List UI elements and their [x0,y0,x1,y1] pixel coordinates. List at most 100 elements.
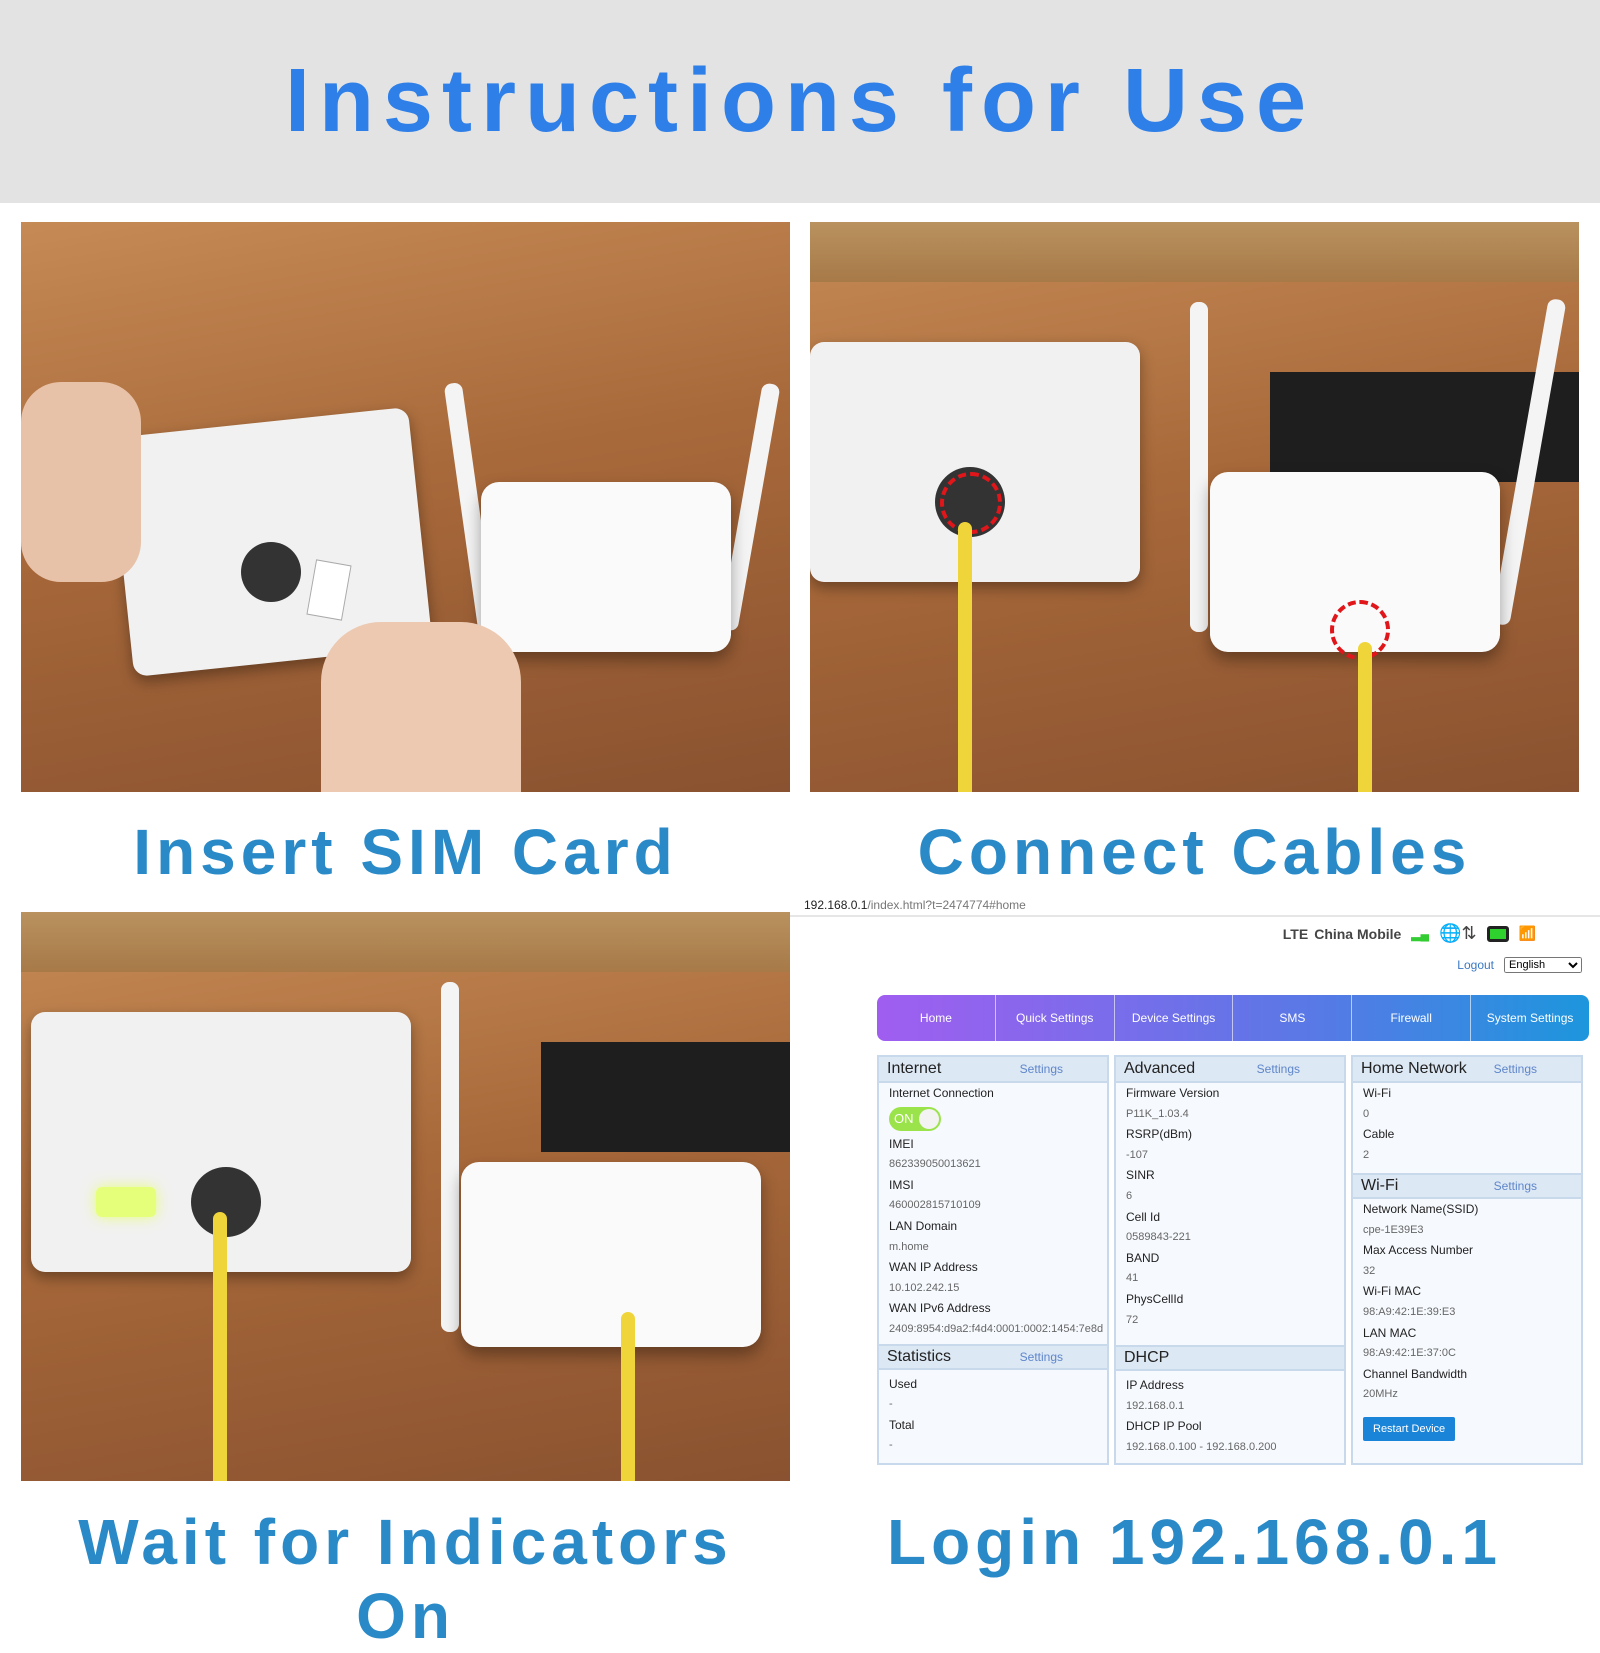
field-label: Max Access Number [1363,1243,1474,1258]
photo-connect-cables [810,222,1579,792]
field-label: IMSI [889,1177,914,1192]
field-label: BAND [1126,1250,1160,1265]
field-value: -107 [1126,1148,1149,1161]
column-advanced: Advanced Settings Firmware Version P11K_1.… [1114,1055,1346,1465]
internet-header: Internet Settings [879,1057,1107,1083]
toggle-label: ON [894,1110,914,1126]
nav-system-settings[interactable]: System Settings [1471,995,1589,1041]
field-value: 0 [1363,1107,1370,1120]
field-label: Wi-Fi MAC [1363,1284,1421,1299]
field-label: IMEI [889,1136,914,1151]
field-label: Cell Id [1126,1209,1161,1224]
toggle-knob [919,1108,939,1129]
url-path: /index.html?t=2474774#home [867,898,1026,912]
photo-indicators [21,912,790,1481]
field-value: 32 [1363,1264,1376,1277]
router [481,482,731,652]
field-label: SINR [1126,1168,1155,1183]
language-select[interactable]: English [1504,957,1582,973]
router-web-ui: 192.168.0.1/index.html?t=2474774#home LT… [790,895,1600,1475]
field-value: cpe-1E39E3 [1363,1223,1424,1236]
field-label: LAN MAC [1363,1325,1417,1340]
field-value: 192.168.0.100 - 192.168.0.200 [1126,1440,1277,1453]
field-label: RSRP(dBm) [1126,1127,1193,1142]
field-label: WAN IP Address [889,1260,978,1275]
nav-sms[interactable]: SMS [1233,995,1353,1041]
field-label: IP Address [1126,1378,1184,1392]
signal-icon: ▂▄ [1411,926,1430,941]
address-bar[interactable]: 192.168.0.1/index.html?t=2474774#home [790,895,1600,917]
field-value: 192.168.0.1 [1126,1399,1185,1412]
section-title: Statistics [887,1347,952,1365]
field-value: 20MHz [1363,1388,1398,1401]
home-network-settings-link[interactable]: Settings [1494,1062,1537,1076]
header-banner: Instructions for Use [0,0,1600,203]
field-value: 72 [1126,1313,1139,1326]
field-label: Total [889,1417,915,1432]
cpe-device [810,342,1140,582]
antenna [441,982,459,1332]
field-value: 2 [1363,1148,1370,1161]
field-value: - [889,1439,893,1452]
wifi-settings-link[interactable]: Settings [1494,1179,1537,1193]
internet-connection-toggle[interactable]: ON [889,1106,941,1131]
nav-home[interactable]: Home [877,995,996,1041]
field-value: 10.102.242.15 [889,1281,960,1294]
globe-data-icon: 🌐⇅ [1439,923,1477,943]
field-label: Network Name(SSID) [1363,1202,1479,1216]
hand [321,622,521,792]
account-bar: Logout English [1457,957,1582,973]
background-box [810,222,1579,282]
field-value: 98:A9:42:1E:37:0C [1363,1347,1456,1360]
page-title: Instructions for Use [284,51,1316,151]
nav-firewall[interactable]: Firewall [1352,995,1472,1041]
restart-device-button[interactable]: Restart Device [1363,1416,1456,1441]
wifi-icon: 📶 [1518,925,1536,941]
sim-status-icon [1486,925,1509,942]
field-label: Internet Connection [889,1086,994,1100]
column-home-network: Home Network Settings Wi-Fi 0 Cable 2 Wi-Fi S… [1351,1055,1583,1465]
field-label: Cable [1363,1127,1395,1142]
status-bar: LTE China Mobile ▂▄ 🌐⇅ 📶 [1283,923,1536,944]
logout-link[interactable]: Logout [1457,958,1494,972]
field-label: Wi-Fi [1363,1086,1391,1100]
field-value: 6 [1126,1189,1133,1202]
nav-quick-settings[interactable]: Quick Settings [996,995,1115,1041]
yellow-cable [1358,642,1372,792]
section-title: Advanced [1124,1060,1196,1077]
nav-device-settings[interactable]: Device Settings [1115,995,1234,1041]
photo-insert-sim [21,222,790,792]
section-title: DHCP [1124,1349,1170,1366]
field-label: LAN Domain [889,1218,958,1233]
section-title: Home Network [1361,1060,1467,1077]
field-value: 2409:8954:d9a2:f4d4:0001:0002:1454:7e8d [889,1322,1104,1335]
statistics-settings-link[interactable]: Settings [1020,1350,1063,1364]
carrier-name: China Mobile [1314,925,1402,942]
wifi-header: Wi-Fi Settings [1353,1173,1581,1199]
statistics-header: Statistics Settings [879,1343,1107,1370]
caption-insert-sim: Insert SIM Card [133,816,678,888]
antenna [1190,302,1208,632]
main-nav: Home Quick Settings Device Settings SMS … [877,995,1589,1041]
advanced-header: Advanced Settings [1116,1057,1344,1083]
network-type: LTE [1282,925,1309,942]
poe-port [241,542,301,602]
section-title: Wi-Fi [1361,1177,1399,1194]
caption-connect-cables: Connect Cables [917,816,1472,888]
field-label: DHCP IP Pool [1126,1419,1202,1434]
field-label: PhysCellId [1126,1291,1184,1306]
column-internet: Internet Settings Internet Connection ON … [877,1055,1109,1465]
yellow-cable [958,522,972,792]
caption-wait-indicators: Wait for Indicators On [78,1506,733,1652]
field-value: 460002815710109 [889,1199,981,1212]
indicator-leds [96,1187,156,1217]
background-box [21,912,790,972]
caption-login: Login 192.168.0.1 [886,1506,1503,1578]
field-value: P11K_1.03.4 [1126,1107,1189,1120]
field-label: Firmware Version [1126,1086,1220,1100]
hand [21,382,141,582]
field-label: Used [889,1376,918,1391]
url-host: 192.168.0.1 [804,898,868,912]
advanced-settings-link[interactable]: Settings [1257,1062,1300,1076]
internet-settings-link[interactable]: Settings [1020,1062,1063,1076]
